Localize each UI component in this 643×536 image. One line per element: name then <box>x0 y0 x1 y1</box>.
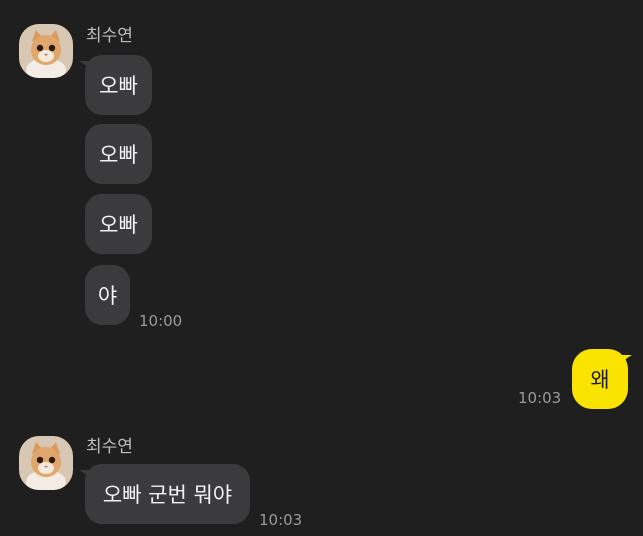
cat-avatar-icon[interactable] <box>19 24 73 78</box>
message-time: 10:00 <box>139 312 183 330</box>
bubble-tail <box>79 470 91 482</box>
message-time: 10:03 <box>259 511 303 529</box>
message-bubble[interactable]: 야 <box>85 265 130 325</box>
chat-thread[interactable]: 최수연 오빠 오빠 오빠 야 10:00 왜 10:03 최수연 오빠 군번 뭐… <box>0 0 643 536</box>
bubble-tail <box>79 61 91 73</box>
cat-avatar-icon[interactable] <box>19 436 73 490</box>
sender-name: 최수연 <box>86 26 133 46</box>
message-time: 10:03 <box>518 389 562 407</box>
bubble-tail <box>620 355 632 367</box>
message-bubble[interactable]: 오빠 군번 뭐야 <box>85 464 250 524</box>
message-bubble[interactable]: 오빠 <box>85 194 152 254</box>
message-bubble[interactable]: 오빠 <box>85 55 152 115</box>
sender-name: 최수연 <box>86 437 133 457</box>
message-bubble[interactable]: 오빠 <box>85 124 152 184</box>
